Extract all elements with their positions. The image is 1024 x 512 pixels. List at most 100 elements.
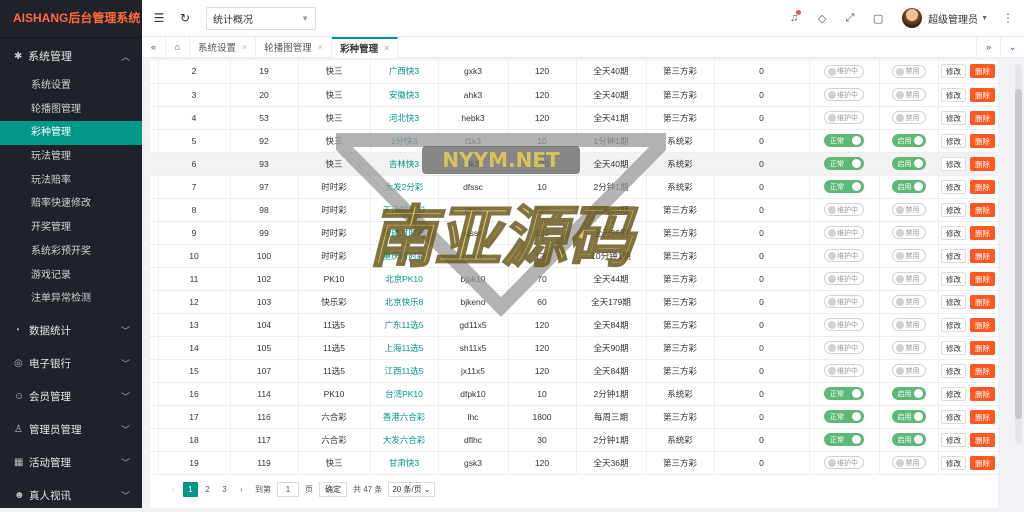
status-toggle[interactable]: 维护中 [824,203,864,216]
edit-button[interactable]: 修改 [941,455,966,470]
sidebar-group[interactable]: ☺ 会员管理 ﹀ [0,380,142,413]
enable-toggle[interactable]: 启用 [891,134,926,147]
lottery-name-link[interactable]: 北京快乐8 [385,297,424,307]
enable-toggle[interactable]: 禁用 [891,249,926,262]
status-toggle[interactable]: 维护中 [824,111,864,124]
page-number[interactable]: 3 [217,482,232,497]
edit-button[interactable]: 修改 [941,294,966,309]
bell-icon[interactable]: ♫ [780,10,808,24]
overview-select[interactable]: 统计概况 ▼ [206,6,316,30]
lottery-name-link[interactable]: 北京PK10 [385,274,423,284]
lottery-name-link[interactable]: 安徽快3 [389,90,419,100]
enable-toggle[interactable]: 禁用 [891,203,926,216]
table-row[interactable]: 3 20 快三 安徽快3 ahk3 120 全天40期 第三方彩 0 维护中 禁用 修改 删除 [150,83,999,107]
lottery-name-link[interactable]: 香港六合彩 [383,412,426,422]
sidebar-group[interactable]: ◔ 数据统计 ﹀ [0,314,142,347]
edit-button[interactable]: 修改 [941,340,966,355]
delete-button[interactable]: 删除 [970,386,995,401]
table-row[interactable]: 11 102 PK10 北京PK10 bjpk10 70 全天44期 第三方彩 0 维护中 禁用 修改… [150,267,999,291]
enable-toggle[interactable]: 启用 [891,433,926,446]
sidebar-item[interactable]: 轮播图管理 [0,98,142,122]
table-row[interactable]: 17 116 六合彩 香港六合彩 lhc 1800 每周三期 第三方彩 0 正常 启用 修改 删除 [150,405,999,429]
status-toggle[interactable]: 正常 [824,410,864,423]
more-icon[interactable]: ⋮ [1002,11,1014,25]
edit-button[interactable]: 修改 [941,386,966,401]
status-toggle[interactable]: 维护中 [824,249,864,262]
table-row[interactable]: 15 107 11选5 江西11选5 jx11x5 120 全天84期 第三方彩 0 维护中 禁用修… [150,359,999,383]
close-icon[interactable]: × [384,43,389,53]
delete-button[interactable]: 删除 [970,202,995,217]
table-row[interactable]: 18 117 六合彩 大发六合彩 dflhc 30 2分钟1期 系统彩 0 正常 启用 修改 删除 [150,428,999,452]
delete-button[interactable]: 删除 [970,409,995,424]
enable-toggle[interactable]: 禁用 [891,111,926,124]
delete-button[interactable]: 删除 [970,432,995,447]
status-toggle[interactable]: 正常 [824,180,864,193]
edit-button[interactable]: 修改 [941,248,966,263]
status-toggle[interactable]: 维护中 [824,295,864,308]
table-row[interactable]: 4 53 快三 河北快3 hebk3 120 全天41期 第三方彩 0 维护中 禁用 修改 删除 [150,106,999,130]
status-toggle[interactable]: 维护中 [824,456,864,469]
edit-button[interactable]: 修改 [941,432,966,447]
lottery-name-link[interactable]: 江西11选5 [384,366,423,376]
delete-button[interactable]: 删除 [970,294,995,309]
lottery-name-link[interactable]: 大发六合彩 [383,435,426,445]
sidebar-group-system[interactable]: ✱ 系统管理 ︿ [0,38,142,74]
edit-button[interactable]: 修改 [941,87,966,102]
delete-button[interactable]: 删除 [970,455,995,470]
edit-button[interactable]: 修改 [941,179,966,194]
caret-down-icon[interactable]: ▼ [981,15,988,22]
delete-button[interactable]: 删除 [970,133,995,148]
enable-toggle[interactable]: 禁用 [891,364,926,377]
sidebar-item[interactable]: 注单异常检测 [0,287,142,311]
edit-button[interactable]: 修改 [941,202,966,217]
enable-toggle[interactable]: 禁用 [891,341,926,354]
lottery-name-link[interactable]: 1分快3 [391,136,417,146]
delete-button[interactable]: 删除 [970,179,995,194]
sidebar-item[interactable]: 玩法管理 [0,145,142,169]
next-page-icon[interactable]: › [234,482,249,497]
tabs-scroll-left-icon[interactable]: « [142,36,166,58]
scrollbar[interactable] [1015,64,1022,444]
edit-button[interactable]: 修改 [941,225,966,240]
status-toggle[interactable]: 正常 [824,134,864,147]
page-number[interactable]: 1 [183,482,198,497]
enable-toggle[interactable]: 禁用 [891,88,926,101]
tabs-menu-icon[interactable]: ⌄ [1000,36,1024,58]
status-toggle[interactable]: 维护中 [824,88,864,101]
delete-button[interactable]: 删除 [970,64,995,79]
edit-button[interactable]: 修改 [941,363,966,378]
sidebar-group[interactable]: ▦ 活动管理 ﹀ [0,446,142,479]
status-toggle[interactable]: 正常 [824,433,864,446]
lottery-name-link[interactable]: 天津时时彩 [383,205,426,215]
close-icon[interactable]: × [242,42,247,52]
status-toggle[interactable]: 维护中 [824,341,864,354]
user-name[interactable]: 超级管理员 [928,11,978,26]
table-row[interactable]: 10 100 时时彩 重庆时时彩 cqssc 120 10分钟1期 第三方彩 0 维护中 禁用 修改删… [150,244,999,268]
edit-button[interactable]: 修改 [941,317,966,332]
status-toggle[interactable]: 维护中 [824,272,864,285]
page-size-select[interactable]: 20 条/页 ⌄ [388,482,435,497]
lock-icon[interactable]: ▢ [864,12,892,25]
delete-button[interactable]: 删除 [970,271,995,286]
lottery-name-link[interactable]: 大发2分彩 [385,182,424,192]
table-row[interactable]: 7 97 时时彩 大发2分彩 dfssc 10 2分钟1期 系统彩 0 正常 启用 修改 删除 [150,175,999,199]
delete-button[interactable]: 删除 [970,225,995,240]
enable-toggle[interactable]: 禁用 [891,64,926,78]
edit-button[interactable]: 修改 [941,156,966,171]
table-row[interactable]: 2 19 快三 广西快3 gxk3 120 全天40期 第三方彩 0 维护中 禁用 修改 删除 [150,60,999,84]
edit-button[interactable]: 修改 [941,133,966,148]
table-row[interactable]: 12 103 快乐彩 北京快乐8 bjkeno 60 全天179期 第三方彩 0 维护中 禁用 修改删… [150,290,999,314]
status-toggle[interactable]: 维护中 [824,318,864,331]
tab[interactable]: 系统设置 × [190,36,257,58]
delete-button[interactable]: 删除 [970,317,995,332]
page-number[interactable]: 2 [200,482,215,497]
status-toggle[interactable]: 正常 [824,387,864,400]
enable-toggle[interactable]: 禁用 [891,226,926,239]
tag-icon[interactable]: ◇ [808,12,836,25]
home-icon[interactable]: ⌂ [166,36,190,58]
delete-button[interactable]: 删除 [970,340,995,355]
lottery-name-link[interactable]: 甘肃快3 [389,458,419,468]
enable-toggle[interactable]: 禁用 [891,295,926,308]
table-row[interactable]: 9 99 时时彩 新疆时时彩 xjssc 120 全天96期 第三方彩 0 维护中 禁用 修改 删除 [150,221,999,245]
enable-toggle[interactable]: 启用 [891,387,926,400]
